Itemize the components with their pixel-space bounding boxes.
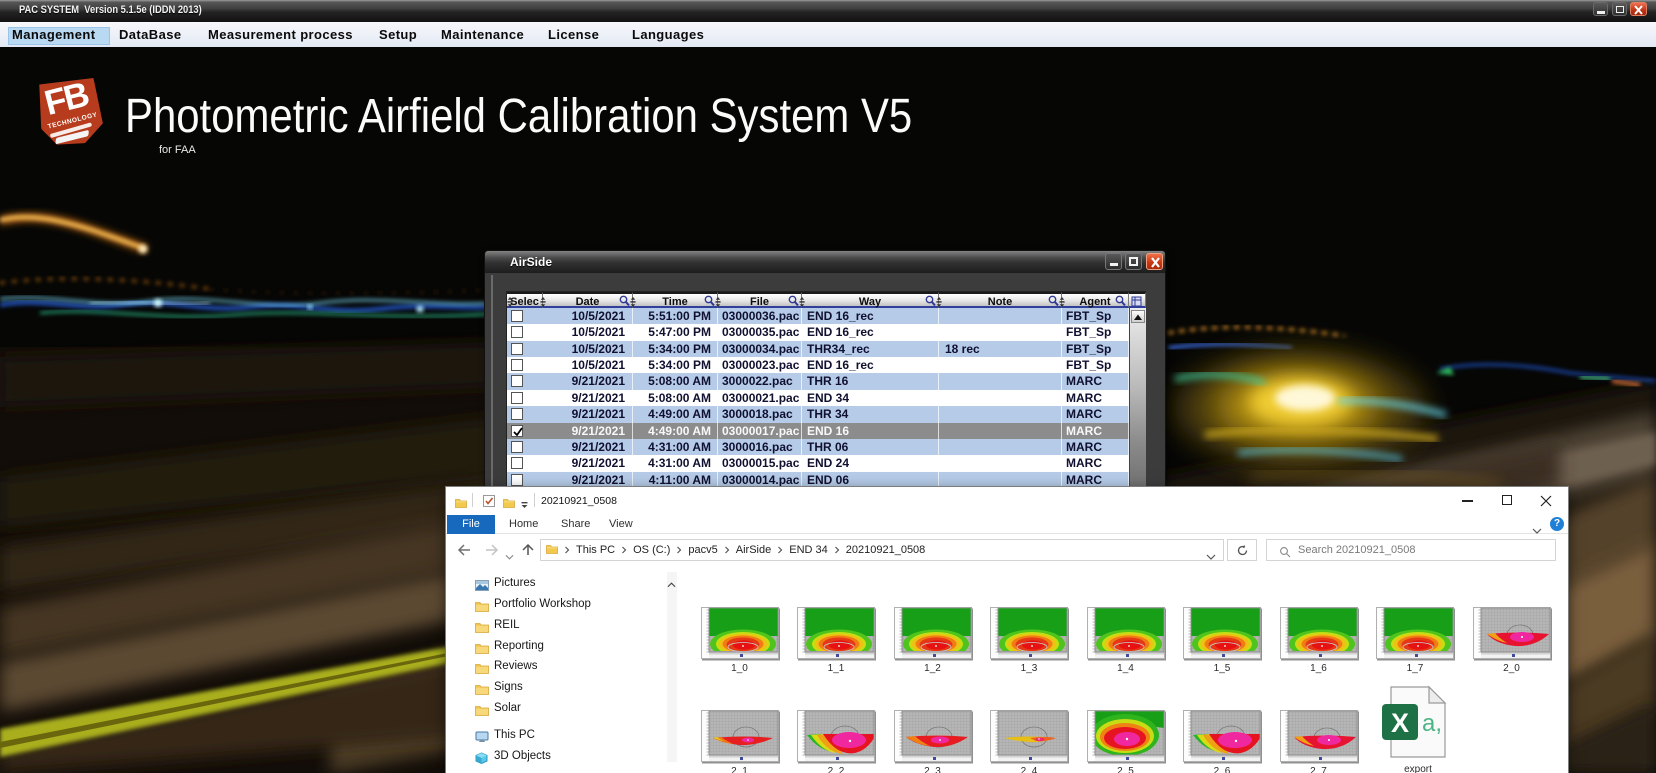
svg-text:a,: a, — [1422, 710, 1442, 737]
svg-text:X: X — [1391, 708, 1409, 738]
